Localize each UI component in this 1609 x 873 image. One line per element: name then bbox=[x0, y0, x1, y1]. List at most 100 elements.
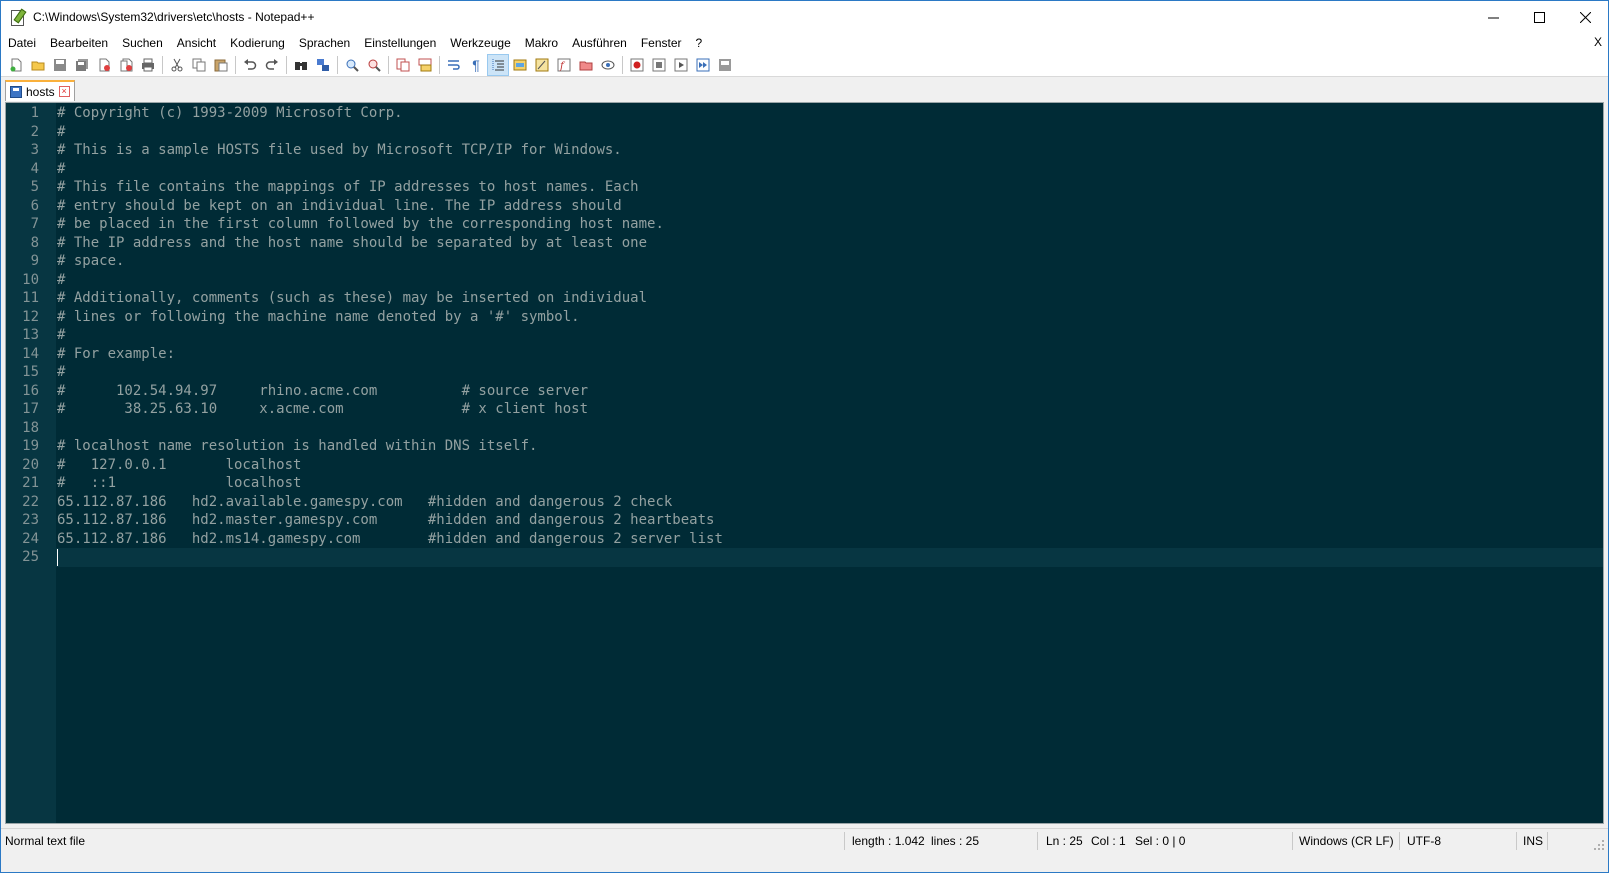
pilcrow-icon: ¶ bbox=[472, 56, 480, 73]
save-button[interactable] bbox=[49, 54, 71, 76]
show-all-characters-button[interactable]: ¶ bbox=[465, 54, 487, 76]
editor-line[interactable]: 12 # lines or following the machine name … bbox=[6, 308, 1603, 327]
menu-sprachen[interactable]: Sprachen bbox=[292, 36, 357, 50]
user-language-button[interactable] bbox=[509, 54, 531, 76]
function-list-button[interactable]: f bbox=[553, 54, 575, 76]
editor-line[interactable]: 24 65.112.87.186 hd2.ms14.gamespy.com #hi… bbox=[6, 530, 1603, 549]
save-macro-button[interactable] bbox=[714, 54, 736, 76]
menu-bearbeiten[interactable]: Bearbeiten bbox=[43, 36, 115, 50]
editor-line[interactable]: 13 # bbox=[6, 326, 1603, 345]
close-document-button[interactable]: X bbox=[1594, 35, 1602, 49]
menu-suchen[interactable]: Suchen bbox=[115, 36, 170, 50]
resize-grip-icon[interactable] bbox=[1593, 839, 1605, 851]
stop-recording-button[interactable] bbox=[648, 54, 670, 76]
folder-as-workspace-button[interactable] bbox=[575, 54, 597, 76]
status-insert-mode[interactable]: INS bbox=[1519, 829, 1543, 853]
document-map-button[interactable] bbox=[531, 54, 553, 76]
close-all-button[interactable] bbox=[115, 54, 137, 76]
toolbar: ¶ f bbox=[1, 53, 1608, 77]
line-text: 65.112.87.186 hd2.master.gamespy.com #hi… bbox=[57, 512, 715, 528]
tab-hosts[interactable]: hosts × bbox=[5, 80, 75, 101]
menu-makro[interactable]: Makro bbox=[518, 36, 565, 50]
editor-line[interactable]: 22 65.112.87.186 hd2.available.gamespy.co… bbox=[6, 493, 1603, 512]
folder-workspace-icon bbox=[579, 61, 593, 70]
record-macro-button[interactable] bbox=[626, 54, 648, 76]
replace-button[interactable] bbox=[312, 54, 334, 76]
word-wrap-button[interactable] bbox=[443, 54, 465, 76]
menu-ausfuehren[interactable]: Ausführen bbox=[565, 36, 634, 50]
copy-button[interactable] bbox=[188, 54, 210, 76]
status-eol[interactable]: Windows (CR LF) bbox=[1295, 829, 1394, 853]
status-ln: Ln : 25 bbox=[1046, 834, 1083, 848]
indent-guide-button[interactable] bbox=[487, 53, 509, 76]
menu-einstellungen[interactable]: Einstellungen bbox=[357, 36, 443, 50]
editor-line[interactable]: 21 # ::1 localhost bbox=[6, 474, 1603, 493]
editor-line[interactable]: 14 # For example: bbox=[6, 345, 1603, 364]
run-macro-multiple-button[interactable] bbox=[692, 54, 714, 76]
open-file-button[interactable] bbox=[27, 54, 49, 76]
editor-line[interactable]: 17 # 38.25.63.10 x.acme.com # x client ho… bbox=[6, 400, 1603, 419]
replace-icon bbox=[317, 58, 329, 71]
line-number: 18 bbox=[22, 419, 39, 436]
editor-line[interactable]: 1 # Copyright (c) 1993-2009 Microsoft Cor… bbox=[6, 104, 1603, 123]
editor-line[interactable]: 18 bbox=[6, 419, 1603, 438]
new-file-button[interactable] bbox=[5, 54, 27, 76]
minimize-icon bbox=[1487, 17, 1499, 18]
close-window-button[interactable] bbox=[1562, 1, 1608, 33]
editor-line[interactable]: 2 # bbox=[6, 123, 1603, 142]
print-button[interactable] bbox=[137, 54, 159, 76]
editor-line[interactable]: 10 # bbox=[6, 271, 1603, 290]
new-file-icon bbox=[10, 58, 22, 71]
status-encoding[interactable]: UTF-8 bbox=[1403, 829, 1441, 853]
line-text: # bbox=[57, 160, 66, 177]
paste-button[interactable] bbox=[210, 54, 232, 76]
zoom-in-button[interactable] bbox=[341, 54, 363, 76]
menu-datei[interactable]: Datei bbox=[1, 36, 43, 50]
minimize-button[interactable] bbox=[1470, 1, 1516, 33]
maximize-icon bbox=[1533, 11, 1545, 23]
menu-ansicht[interactable]: Ansicht bbox=[170, 36, 223, 50]
menu-bar: Datei Bearbeiten Suchen Ansicht Kodierun… bbox=[1, 33, 1608, 53]
save-all-button[interactable] bbox=[71, 54, 93, 76]
monitoring-button[interactable] bbox=[597, 54, 619, 76]
status-divider bbox=[1547, 832, 1548, 850]
editor-line[interactable]: 4 # bbox=[6, 160, 1603, 179]
editor-line[interactable]: 11 # Additionally, comments (such as thes… bbox=[6, 289, 1603, 308]
sync-horizontal-button[interactable] bbox=[414, 54, 436, 76]
editor-line[interactable]: 9 # space. bbox=[6, 252, 1603, 271]
save-icon bbox=[54, 58, 66, 71]
editor-line[interactable]: 16 # 102.54.94.97 rhino.acme.com # source… bbox=[6, 382, 1603, 401]
toolbar-separator bbox=[439, 55, 440, 74]
line-text: # 102.54.94.97 rhino.acme.com # source s… bbox=[57, 382, 589, 399]
editor-line[interactable]: 23 65.112.87.186 hd2.master.gamespy.com #… bbox=[6, 511, 1603, 530]
find-button[interactable] bbox=[290, 54, 312, 76]
line-text: # entry should be kept on an individual … bbox=[57, 197, 622, 214]
editor-line[interactable]: 8 # The IP address and the host name shou… bbox=[6, 234, 1603, 253]
menu-help[interactable]: ? bbox=[689, 36, 710, 50]
maximize-button[interactable] bbox=[1516, 1, 1562, 33]
play-macro-button[interactable] bbox=[670, 54, 692, 76]
editor-line[interactable]: 15 # bbox=[6, 363, 1603, 382]
editor-line[interactable]: 7 # be placed in the first column followe… bbox=[6, 215, 1603, 234]
undo-button[interactable] bbox=[239, 54, 261, 76]
menu-werkzeuge[interactable]: Werkzeuge bbox=[443, 36, 517, 50]
editor-line[interactable]: 3 # This is a sample HOSTS file used by M… bbox=[6, 141, 1603, 160]
tab-close-button[interactable]: × bbox=[58, 86, 70, 97]
line-number: 21 bbox=[22, 475, 39, 491]
sync-vertical-scroll-icon bbox=[396, 58, 410, 71]
editor-line[interactable]: 6 # entry should be kept on an individual… bbox=[6, 197, 1603, 216]
function-list-icon: f bbox=[557, 58, 571, 72]
sync-vertical-button[interactable] bbox=[392, 54, 414, 76]
redo-button[interactable] bbox=[261, 54, 283, 76]
cut-button[interactable] bbox=[166, 54, 188, 76]
editor-line[interactable]: 5 # This file contains the mappings of IP… bbox=[6, 178, 1603, 197]
editor-line[interactable]: 20 # 127.0.0.1 localhost bbox=[6, 456, 1603, 475]
menu-kodierung[interactable]: Kodierung bbox=[223, 36, 292, 50]
editor-line[interactable]: 25 bbox=[6, 548, 1603, 567]
text-editor[interactable]: 1 # Copyright (c) 1993-2009 Microsoft Cor… bbox=[5, 102, 1604, 824]
close-file-button[interactable] bbox=[93, 54, 115, 76]
zoom-out-button[interactable] bbox=[363, 54, 385, 76]
line-number: 17 bbox=[22, 401, 39, 417]
menu-fenster[interactable]: Fenster bbox=[634, 36, 689, 50]
editor-line[interactable]: 19 # localhost name resolution is handled… bbox=[6, 437, 1603, 456]
